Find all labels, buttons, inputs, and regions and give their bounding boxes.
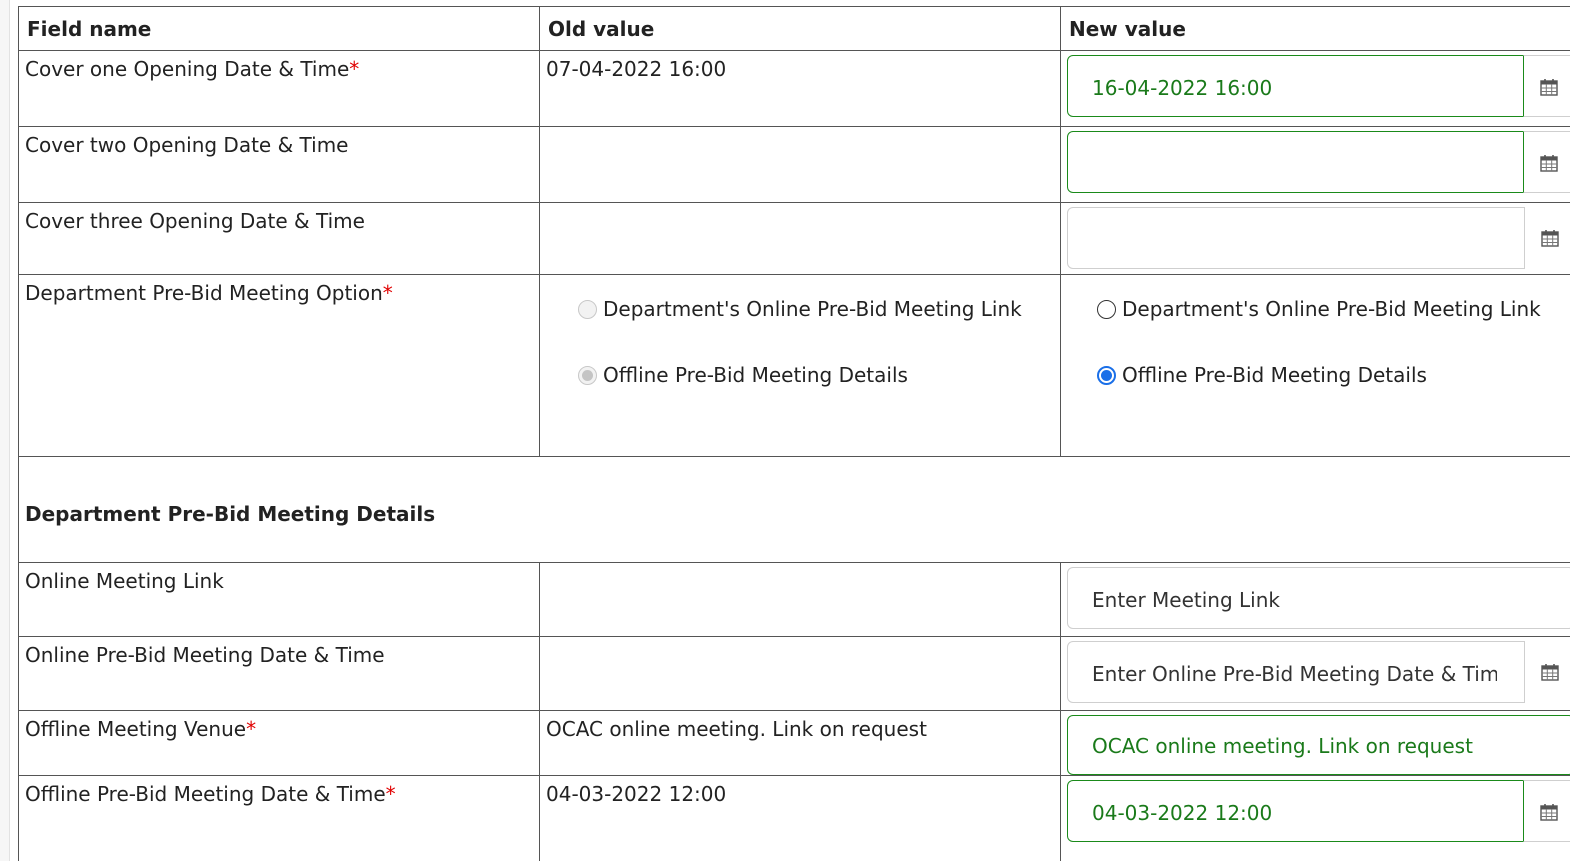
field-label: Online Pre-Bid Meeting Date & Time: [25, 643, 385, 667]
required-marker: *: [382, 281, 393, 305]
radio-button: [578, 299, 597, 319]
input-placeholder: Enter Meeting Link: [1092, 588, 1280, 612]
old-value: 07-04-2022 16:00: [546, 57, 727, 81]
section-title: Department Pre-Bid Meeting Details: [18, 456, 1570, 563]
table-row: Online Pre-Bid Meeting Date & Time Enter…: [18, 636, 1570, 711]
old-value: 04-03-2022 12:00: [546, 782, 727, 806]
new-value-cell: 16-04-2022 16:00: [1060, 50, 1570, 127]
online-meeting-link-input[interactable]: Enter Meeting Link: [1067, 567, 1570, 629]
cover3-datetime-input[interactable]: [1067, 207, 1570, 269]
offline-venue-input[interactable]: OCAC online meeting. Link on request: [1067, 715, 1570, 775]
cover1-datetime-input[interactable]: 16-04-2022 16:00: [1067, 55, 1570, 117]
calendar-icon: [1540, 79, 1558, 96]
table-row: Offline Meeting Venue* OCAC online meeti…: [18, 710, 1570, 776]
section-row: Department Pre-Bid Meeting Details: [18, 456, 1570, 563]
new-value-cell: [1060, 202, 1570, 275]
radio-button[interactable]: [1097, 365, 1116, 385]
field-label: Cover two Opening Date & Time: [25, 133, 349, 157]
calendar-button[interactable]: [1523, 131, 1570, 193]
field-label-cell: Online Pre-Bid Meeting Date & Time: [18, 636, 540, 711]
table-row: Cover one Opening Date & Time* 07-04-202…: [18, 50, 1570, 127]
radio-button[interactable]: [1097, 299, 1116, 319]
old-radio-online: Department's Online Pre-Bid Meeting Link: [578, 293, 1060, 325]
header-old-value: Old value: [539, 6, 1061, 51]
header-field-name: Field name: [18, 6, 540, 51]
field-label: Department Pre-Bid Meeting Option: [25, 281, 383, 305]
required-marker: *: [349, 57, 360, 81]
field-label-cell: Department Pre-Bid Meeting Option*: [18, 274, 540, 457]
field-label-cell: Offline Pre-Bid Meeting Date & Time*: [18, 775, 540, 861]
field-label-cell: Cover one Opening Date & Time*: [18, 50, 540, 127]
new-radio-offline[interactable]: Offline Pre-Bid Meeting Details: [1097, 359, 1570, 391]
offline-prebid-datetime-input[interactable]: 04-03-2022 12:00: [1067, 780, 1570, 842]
field-label-cell: Offline Meeting Venue*: [18, 710, 540, 776]
calendar-button[interactable]: [1523, 780, 1570, 842]
new-value-cell: Enter Online Pre-Bid Meeting Date & Time: [1060, 636, 1570, 711]
input-value: 04-03-2022 12:00: [1092, 801, 1273, 825]
field-label: Offline Meeting Venue: [25, 717, 247, 741]
new-value-cell: Enter Meeting Link: [1060, 562, 1570, 637]
calendar-icon: [1541, 230, 1559, 247]
page-left-edge: [0, 0, 10, 861]
field-label: Cover three Opening Date & Time: [25, 209, 365, 233]
calendar-icon: [1541, 664, 1559, 681]
old-value-cell: 04-03-2022 12:00: [539, 775, 1061, 861]
old-value-cell: [539, 202, 1061, 275]
old-value-cell: OCAC online meeting. Link on request: [539, 710, 1061, 776]
new-value-cell: 04-03-2022 12:00: [1060, 775, 1570, 861]
new-value-cell: Department's Online Pre-Bid Meeting Link…: [1060, 274, 1570, 457]
table-row: Department Pre-Bid Meeting Option* Depar…: [18, 274, 1570, 457]
cover2-datetime-input[interactable]: [1067, 131, 1570, 193]
input-value: OCAC online meeting. Link on request: [1092, 734, 1473, 758]
radio-button: [578, 365, 597, 385]
table-row: Cover two Opening Date & Time: [18, 126, 1570, 203]
input-placeholder: Enter Online Pre-Bid Meeting Date & Time: [1092, 662, 1497, 686]
old-value-cell: 07-04-2022 16:00: [539, 50, 1061, 127]
field-label: Cover one Opening Date & Time: [25, 57, 350, 81]
revision-table: Field name Old value New value Cover one…: [18, 6, 1570, 861]
old-value-cell: [539, 126, 1061, 203]
field-label-cell: Online Meeting Link: [18, 562, 540, 637]
old-value-cell: [539, 636, 1061, 711]
field-label: Offline Pre-Bid Meeting Date & Time: [25, 782, 386, 806]
old-radio-offline: Offline Pre-Bid Meeting Details: [578, 359, 1060, 391]
table-header-row: Field name Old value New value: [18, 6, 1570, 51]
radio-label: Offline Pre-Bid Meeting Details: [603, 363, 908, 387]
header-new-value: New value: [1060, 6, 1570, 51]
radio-label[interactable]: Offline Pre-Bid Meeting Details: [1122, 363, 1427, 387]
table-row: Offline Pre-Bid Meeting Date & Time* 04-…: [18, 775, 1570, 861]
calendar-icon: [1540, 804, 1558, 821]
table-row: Cover three Opening Date & Time: [18, 202, 1570, 275]
radio-label[interactable]: Department's Online Pre-Bid Meeting Link: [1122, 297, 1541, 321]
old-value: OCAC online meeting. Link on request: [546, 717, 927, 741]
new-value-cell: [1060, 126, 1570, 203]
calendar-button[interactable]: [1523, 55, 1570, 117]
old-value-cell: Department's Online Pre-Bid Meeting Link…: [539, 274, 1061, 457]
radio-label: Department's Online Pre-Bid Meeting Link: [603, 297, 1022, 321]
input-value: 16-04-2022 16:00: [1092, 76, 1273, 100]
required-marker: *: [385, 782, 396, 806]
new-value-cell: OCAC online meeting. Link on request: [1060, 710, 1570, 776]
calendar-icon: [1540, 155, 1558, 172]
old-value-cell: [539, 562, 1061, 637]
calendar-button[interactable]: [1524, 641, 1570, 703]
online-prebid-datetime-input[interactable]: Enter Online Pre-Bid Meeting Date & Time: [1067, 641, 1570, 703]
field-label-cell: Cover three Opening Date & Time: [18, 202, 540, 275]
new-radio-online[interactable]: Department's Online Pre-Bid Meeting Link: [1097, 293, 1570, 325]
table-row: Online Meeting Link Enter Meeting Link: [18, 562, 1570, 637]
field-label: Online Meeting Link: [25, 569, 224, 593]
field-label-cell: Cover two Opening Date & Time: [18, 126, 540, 203]
calendar-button[interactable]: [1524, 207, 1570, 269]
required-marker: *: [246, 717, 257, 741]
